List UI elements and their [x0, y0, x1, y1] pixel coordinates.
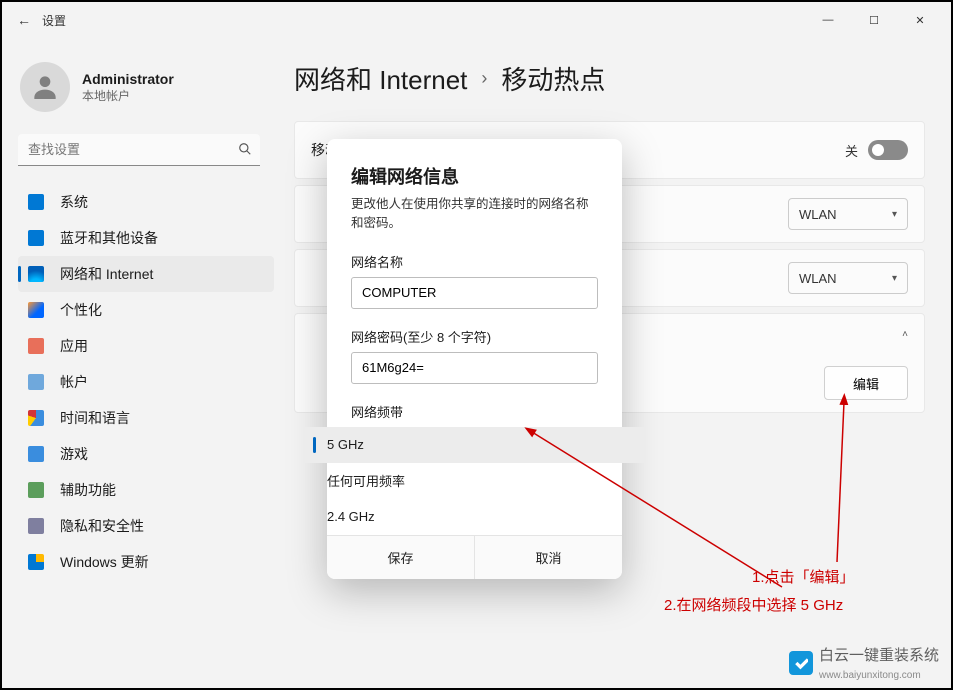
- sidebar-item-accounts[interactable]: 帐户: [18, 364, 274, 400]
- annotation-step2: 2.在网络频段中选择 5 GHz: [664, 594, 843, 615]
- brand-url: www.baiyunxitong.com: [819, 670, 921, 681]
- gaming-icon: [28, 446, 44, 462]
- network-name-label: 网络名称: [351, 252, 598, 271]
- network-band-label: 网络频带: [351, 402, 598, 421]
- edit-network-dialog: 编辑网络信息 更改他人在使用你共享的连接时的网络名称和密码。 网络名称 网络密码…: [327, 139, 622, 579]
- search-icon: [238, 142, 252, 159]
- toggle-state-text: 关: [845, 141, 858, 160]
- system-icon: [28, 194, 44, 210]
- sidebar-item-gaming[interactable]: 游戏: [18, 436, 274, 472]
- sidebar-item-label: 网络和 Internet: [60, 264, 153, 284]
- sidebar-item-label: 隐私和安全性: [60, 516, 144, 536]
- sidebar-item-system[interactable]: 系统: [18, 184, 274, 220]
- breadcrumb-current: 移动热点: [501, 60, 605, 97]
- chevron-down-icon: ▾: [892, 209, 897, 220]
- band-option-24ghz[interactable]: 2.4 GHz: [303, 499, 646, 535]
- user-block[interactable]: Administrator 本地帐户: [20, 62, 274, 112]
- chevron-down-icon: ▾: [892, 273, 897, 284]
- minimize-button[interactable]: —: [805, 5, 851, 35]
- sidebar-item-personalize[interactable]: 个性化: [18, 292, 274, 328]
- sidebar-item-update[interactable]: Windows 更新: [18, 544, 274, 580]
- update-icon: [28, 554, 44, 570]
- sidebar-item-accessibility[interactable]: 辅助功能: [18, 472, 274, 508]
- brand-text: 白云一键重装系统: [819, 647, 939, 664]
- sidebar-item-network[interactable]: 网络和 Internet: [18, 256, 274, 292]
- band-option-any[interactable]: 任何可用频率: [303, 463, 646, 499]
- sidebar-item-label: 系统: [60, 192, 88, 212]
- privacy-icon: [28, 518, 44, 534]
- network-name-input[interactable]: [351, 277, 598, 309]
- accessibility-icon: [28, 482, 44, 498]
- sidebar-item-label: 时间和语言: [60, 408, 130, 428]
- accounts-icon: [28, 374, 44, 390]
- save-button[interactable]: 保存: [327, 536, 475, 579]
- sidebar-item-label: Windows 更新: [60, 552, 149, 572]
- apps-icon: [28, 338, 44, 354]
- brand-logo-icon: [789, 651, 813, 675]
- sidebar-item-label: 帐户: [60, 372, 88, 392]
- search-input[interactable]: [18, 134, 260, 166]
- bluetooth-icon: [28, 230, 44, 246]
- network-password-input[interactable]: [351, 352, 598, 384]
- avatar: [20, 62, 70, 112]
- dialog-title: 编辑网络信息: [351, 163, 598, 189]
- sidebar-item-apps[interactable]: 应用: [18, 328, 274, 364]
- share-over-dropdown[interactable]: WLAN ▾: [788, 262, 908, 294]
- chevron-up-icon[interactable]: ˄: [902, 329, 908, 340]
- cancel-button[interactable]: 取消: [475, 536, 622, 579]
- breadcrumb-parent[interactable]: 网络和 Internet: [294, 60, 467, 97]
- band-option-5ghz[interactable]: 5 GHz: [303, 427, 646, 463]
- breadcrumb: 网络和 Internet › 移动热点: [294, 60, 925, 97]
- card-label: [311, 206, 315, 222]
- maximize-button[interactable]: ☐: [851, 5, 897, 35]
- hotspot-toggle[interactable]: [868, 140, 908, 160]
- sidebar-item-label: 个性化: [60, 300, 102, 320]
- chevron-right-icon: ›: [481, 68, 487, 89]
- time-icon: [28, 410, 44, 426]
- card-label: [311, 326, 315, 342]
- close-button[interactable]: ✕: [897, 5, 943, 35]
- network-password-label: 网络密码(至少 8 个字符): [351, 327, 598, 346]
- personalize-icon: [28, 302, 44, 318]
- sidebar-item-label: 蓝牙和其他设备: [60, 228, 158, 248]
- window-title: 设置: [42, 12, 66, 29]
- sidebar-item-label: 应用: [60, 336, 88, 356]
- sidebar-item-bluetooth[interactable]: 蓝牙和其他设备: [18, 220, 274, 256]
- sidebar: Administrator 本地帐户 系统 蓝牙和其他设备 网络和 Intern…: [2, 38, 286, 688]
- back-button[interactable]: ←: [10, 6, 38, 34]
- share-from-dropdown[interactable]: WLAN ▾: [788, 198, 908, 230]
- user-name: Administrator: [82, 71, 174, 87]
- card-label: [311, 270, 315, 286]
- settings-window: ← 设置 — ☐ ✕ Administrator 本地帐户: [0, 0, 953, 690]
- edit-button[interactable]: 编辑: [824, 366, 908, 400]
- dropdown-value: WLAN: [799, 207, 837, 222]
- annotation-step1: 1.点击「编辑」: [752, 566, 855, 587]
- sidebar-item-label: 游戏: [60, 444, 88, 464]
- watermark: 白云一键重装系统 www.baiyunxitong.com: [789, 644, 939, 682]
- nav-list: 系统 蓝牙和其他设备 网络和 Internet 个性化 应用 帐户 时间和语言 …: [18, 184, 274, 580]
- sidebar-item-privacy[interactable]: 隐私和安全性: [18, 508, 274, 544]
- sidebar-item-label: 辅助功能: [60, 480, 116, 500]
- sidebar-item-time[interactable]: 时间和语言: [18, 400, 274, 436]
- dialog-subtitle: 更改他人在使用你共享的连接时的网络名称和密码。: [351, 195, 598, 234]
- band-option-list: 5 GHz 任何可用频率 2.4 GHz: [303, 427, 646, 535]
- titlebar: ← 设置 — ☐ ✕: [2, 2, 951, 38]
- network-icon: [28, 266, 44, 282]
- user-sub: 本地帐户: [82, 87, 174, 104]
- dropdown-value: WLAN: [799, 271, 837, 286]
